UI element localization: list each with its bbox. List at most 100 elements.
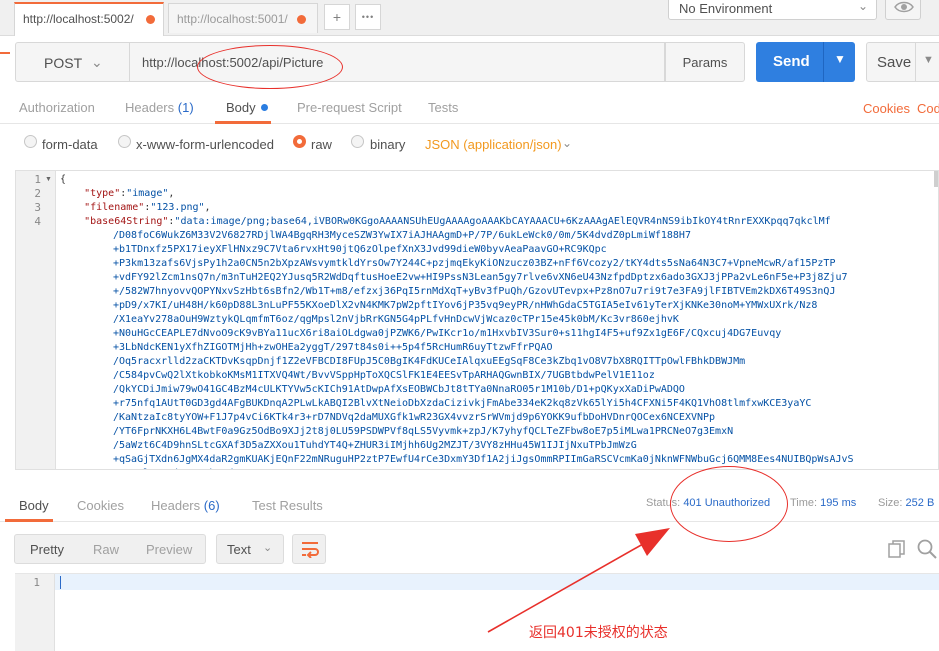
- tab-label: Headers: [125, 100, 175, 115]
- wrap-lines-button[interactable]: [292, 534, 326, 564]
- tab-count: (1): [177, 100, 194, 115]
- scrollbar[interactable]: [934, 171, 938, 187]
- request-body-editor[interactable]: 1 ▼ 2 3 4 { "type":"image", "filename":"…: [15, 170, 939, 470]
- code-line: "type":"image",: [84, 188, 175, 199]
- code-link[interactable]: Code: [917, 101, 939, 116]
- tab-pre-request-script[interactable]: Pre-request Script: [297, 100, 402, 115]
- method-select[interactable]: POST ⌄: [15, 42, 130, 82]
- divider: [823, 42, 824, 82]
- code-line: /Oq5racxrlld2zaCKTDvKsqpDnjf1Z2eVFBCDI8F…: [113, 356, 746, 367]
- tab-strip: http://localhost:5002/ http://localhost:…: [0, 0, 939, 36]
- send-label: Send: [773, 53, 810, 70]
- code-line: +N0uHGcCEAPLE7dNvoO9cK9vBYa11ucX6ri8aiOL…: [113, 328, 782, 339]
- chevron-down-icon: ⌄: [857, 0, 868, 13]
- radio-label[interactable]: form-data: [42, 137, 98, 152]
- code-line: +/582W7hnyovvQOPYNxvSzHbt6sBfn2/Wb1T+m8/…: [113, 286, 836, 297]
- line-gutter: 1: [15, 574, 55, 651]
- response-tab-body[interactable]: Body: [19, 498, 49, 513]
- chevron-down-icon[interactable]: ⌄: [562, 136, 572, 150]
- request-tab-label: http://localhost:5001/: [177, 12, 288, 26]
- radio-label[interactable]: x-www-form-urlencoded: [136, 137, 274, 152]
- send-button[interactable]: Send ▼: [756, 42, 855, 82]
- response-view-bar: Pretty Raw Preview Text ⌄: [0, 528, 939, 568]
- code-line: /YT6FprNKXH6L4BwtF0a9Gz5OdBo9XJj2t8j0LU5…: [113, 426, 734, 437]
- unsaved-dot-icon: [146, 15, 155, 24]
- accent-mark: [0, 52, 10, 54]
- text-cursor: [60, 576, 61, 589]
- code-line: "base64String":"data:image/png;base64,iV…: [84, 216, 831, 227]
- code-line: +P3km13zafs6VjsPy1h2a0CN5n2bXpzAWsvymtkl…: [113, 258, 836, 269]
- new-tab-button[interactable]: +: [324, 4, 350, 30]
- body-type-options: form-data x-www-form-urlencoded raw bina…: [0, 124, 939, 164]
- tab-tests[interactable]: Tests: [428, 100, 458, 115]
- radio-urlencoded[interactable]: [118, 135, 131, 148]
- code-line: +vdFY92lZcm1nsQ7n/m3nTuH2EQ2YJusq5R2WdDq…: [113, 272, 848, 283]
- radio-binary[interactable]: [351, 135, 364, 148]
- code-line: {: [60, 174, 67, 185]
- tab-label: Body: [226, 100, 256, 115]
- environment-label: No Environment: [679, 1, 773, 16]
- code-line: /QkYCDiJmiw79wO41GC4BzM4cULKTYVw5cKICh91…: [113, 384, 685, 395]
- code-line: /5aWzt6C4D9hnSLtcGXAf3D5aZXXou1TuhdYT4Q+…: [113, 440, 637, 451]
- response-divider: [0, 472, 939, 492]
- tab-label: Authorization: [19, 100, 95, 115]
- code-line: /KaNtzaIc8tyYOW+F1J7p4vCi6KTk4r3+rD7NDVq…: [113, 412, 716, 423]
- unsaved-dot-icon: [297, 15, 306, 24]
- view-preview-button[interactable]: Preview: [146, 542, 192, 557]
- chevron-down-icon[interactable]: ▼: [834, 52, 846, 66]
- radio-form-data[interactable]: [24, 135, 37, 148]
- request-tabs: Authorization Headers (1) Body Pre-reque…: [0, 90, 939, 124]
- radio-label[interactable]: raw: [311, 137, 332, 152]
- save-button[interactable]: Save ▼: [866, 42, 939, 82]
- search-icon[interactable]: [917, 539, 937, 559]
- code-line: /C584pvCwQ2lXtkobkoKMsM1ITXVQ4Wt/BvvVSpp…: [113, 370, 655, 381]
- tab-label: Cookies: [77, 498, 124, 513]
- response-tab-test-results[interactable]: Test Results: [252, 498, 323, 513]
- more-tabs-button[interactable]: •••: [355, 4, 381, 30]
- response-tabs: Body Cookies Headers (6) Test Results St…: [0, 492, 939, 522]
- tab-label: Test Results: [252, 498, 323, 513]
- eye-icon: [894, 1, 914, 13]
- environment-quick-look-button[interactable]: [885, 0, 921, 20]
- radio-raw[interactable]: [293, 135, 306, 148]
- chevron-down-icon[interactable]: ▼: [923, 54, 934, 66]
- line-number: 3: [34, 201, 41, 214]
- chevron-down-icon: ⌄: [91, 54, 103, 70]
- content-type-select[interactable]: JSON (application/json): [425, 137, 562, 152]
- modified-dot-icon: [260, 104, 268, 111]
- code-line: +pD9/x7KI/uH48H/k60pD88L3nLuPF55KXoeDlX2…: [113, 300, 818, 311]
- line-number: 4: [34, 215, 41, 228]
- view-raw-button[interactable]: Raw: [93, 542, 119, 557]
- tab-body[interactable]: Body: [226, 100, 268, 115]
- environment-select[interactable]: No Environment ⌄: [668, 0, 877, 20]
- save-label: Save: [877, 54, 912, 71]
- request-tab-2[interactable]: http://localhost:5001/: [168, 3, 318, 33]
- divider: [915, 43, 916, 81]
- request-tab-1[interactable]: http://localhost:5002/: [14, 2, 164, 36]
- line-number: 2: [34, 187, 41, 200]
- code-line: "filename":"123.png",: [84, 202, 211, 213]
- size-value[interactable]: 252 B: [906, 497, 935, 509]
- fold-arrow-icon[interactable]: ▼: [45, 173, 52, 187]
- format-select[interactable]: Text ⌄: [216, 534, 284, 564]
- view-pretty-button[interactable]: Pretty: [30, 542, 64, 557]
- view-mode-group: Pretty Raw Preview: [14, 534, 206, 564]
- response-body-editor[interactable]: 1: [15, 573, 939, 651]
- params-button[interactable]: Params: [665, 42, 745, 82]
- cookies-link[interactable]: Cookies: [863, 101, 910, 116]
- active-tab-indicator: [5, 519, 53, 522]
- response-tab-cookies[interactable]: Cookies: [77, 498, 124, 513]
- tab-authorization[interactable]: Authorization: [19, 100, 95, 115]
- response-tab-headers[interactable]: Headers (6): [151, 498, 220, 513]
- tab-headers[interactable]: Headers (1): [125, 100, 194, 115]
- time-readout: Time: 195 ms: [790, 497, 857, 509]
- tab-label: Headers: [151, 498, 201, 513]
- url-highlight-circle: [197, 45, 343, 89]
- annotation-text: 返回401未授权的状态: [529, 625, 668, 641]
- copy-icon[interactable]: [888, 540, 906, 558]
- code-line: +3LbNdcKEN1yXfhZIGOTMjHh+zwOHEa2yggT/297…: [113, 342, 553, 353]
- time-value[interactable]: 195 ms: [820, 497, 856, 509]
- code-line: +qSaGjTXdn6JgMX4daR2gmKUAKjEQnF22mNRuguH…: [113, 454, 854, 465]
- radio-label[interactable]: binary: [370, 137, 405, 152]
- request-bar: POST ⌄ http://localhost:5002/api/Picture…: [0, 36, 939, 90]
